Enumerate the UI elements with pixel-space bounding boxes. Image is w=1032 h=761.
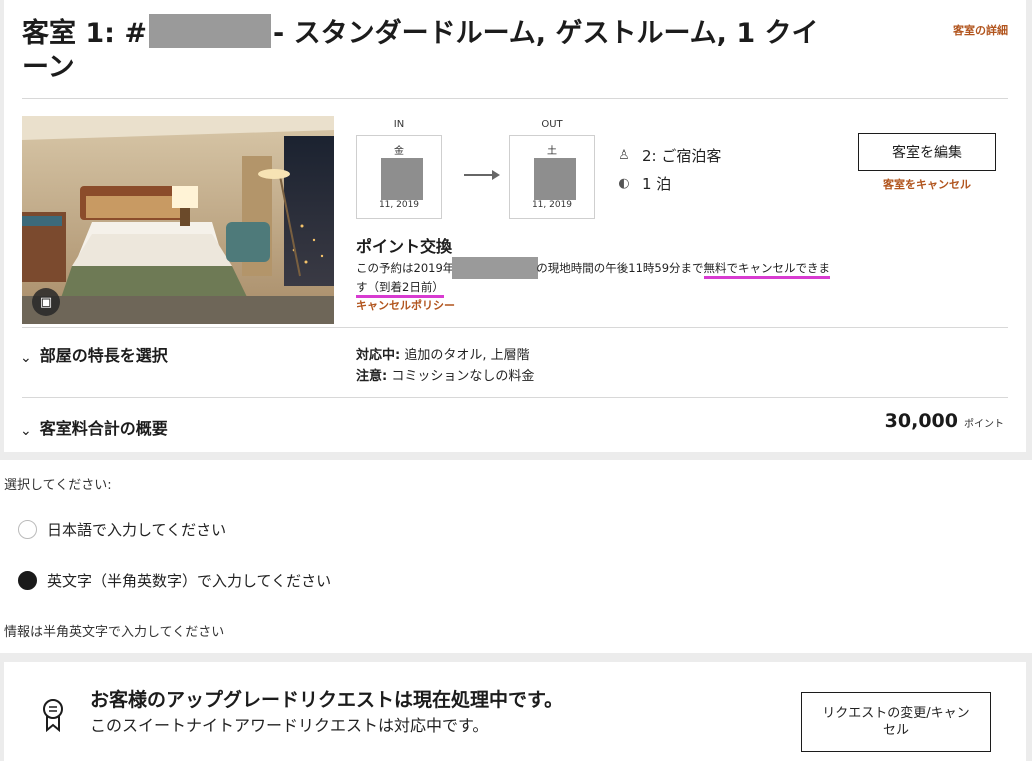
cancellation-policy-text: この予約は2019年 の現地時間の午後11時59分まで無料でキャンセルできま す（… bbox=[356, 257, 846, 298]
checkin-date-box: 金 11, 2019 bbox=[356, 135, 442, 219]
chevron-down-icon: ⌄ bbox=[20, 423, 32, 439]
divider bbox=[22, 98, 1008, 99]
upgrade-request-banner: お客様のアップグレードリクエストは現在処理中です。 このスイートナイトアワードリ… bbox=[4, 662, 1026, 761]
features-label-2: 注意: bbox=[356, 369, 388, 384]
radio-english[interactable]: 英文字（半角英数字）で入力してください bbox=[18, 570, 331, 591]
checkout-year: 11, 2019 bbox=[531, 200, 573, 210]
radio-japanese[interactable]: 日本語で入力してください bbox=[18, 519, 226, 540]
room-features-heading: 部屋の特長を選択 bbox=[39, 346, 168, 365]
policy-text-4: す（到着2日前） bbox=[356, 280, 444, 298]
room-photo[interactable]: ▣ bbox=[22, 116, 334, 324]
policy-text-2: の現地時間の午後11時59分まで bbox=[536, 261, 704, 275]
divider bbox=[22, 397, 1008, 398]
room-photo-image bbox=[22, 116, 334, 324]
redacted-checkout-date bbox=[534, 158, 576, 200]
total-points-unit: ポイント bbox=[964, 419, 1004, 430]
checkout-date-box: 土 11, 2019 bbox=[509, 135, 595, 219]
features-label-1: 対応中: bbox=[356, 348, 401, 363]
redacted-cancel-date bbox=[452, 257, 539, 279]
checkin-weekday: 金 bbox=[394, 146, 404, 157]
upgrade-subtitle: このスイートナイトアワードリクエストは対応中です。 bbox=[90, 716, 489, 735]
room-title: 客室 1: # - スタンダードルーム, ゲストルーム, 1 クイーン bbox=[22, 14, 842, 85]
radio-japanese-label: 日本語で入力してください bbox=[47, 521, 227, 539]
guest-count-text: 2: ご宿泊客 bbox=[642, 147, 722, 165]
gallery-icon[interactable]: ▣ bbox=[32, 288, 60, 316]
input-hint: 情報は半角英文字で入力してください bbox=[4, 625, 225, 640]
input-language-label: 選択してください: bbox=[4, 478, 112, 493]
radio-english-label: 英文字（半角英数字）で入力してください bbox=[47, 572, 332, 590]
moon-icon: ◐ bbox=[618, 176, 630, 191]
award-ribbon-icon bbox=[43, 699, 63, 732]
redacted-room-number bbox=[149, 14, 272, 48]
policy-text-3: 無料でキャンセルできま bbox=[703, 261, 831, 279]
features-line-2: 注意: コミッションなしの料金 bbox=[356, 365, 534, 384]
checkin-year: 11, 2019 bbox=[378, 200, 420, 210]
room-features-toggle[interactable]: ⌄ 部屋の特長を選択 bbox=[20, 342, 168, 366]
rate-summary-heading: 客室料合計の概要 bbox=[39, 419, 168, 438]
policy-text-1: この予約は2019年 bbox=[356, 261, 455, 275]
room-title-prefix: 客室 1: # bbox=[22, 18, 148, 49]
divider bbox=[22, 327, 1008, 328]
change-cancel-request-button[interactable]: リクエストの変更/キャンセル bbox=[801, 692, 991, 752]
room-details-link[interactable]: 客室の詳細 bbox=[953, 22, 1008, 38]
night-count-text: 1 泊 bbox=[642, 175, 672, 193]
features-value-2: コミッションなしの料金 bbox=[387, 369, 535, 384]
redacted-checkin-date bbox=[381, 158, 423, 200]
night-count: ◐ 1 泊 bbox=[616, 173, 671, 194]
people-icon: ♙ bbox=[618, 148, 630, 163]
upgrade-title: お客様のアップグレードリクエストは現在処理中です。 bbox=[90, 689, 564, 711]
radio-button-selected[interactable] bbox=[18, 571, 37, 590]
checkout-label: OUT bbox=[541, 119, 563, 130]
arrow-right-icon bbox=[464, 170, 500, 180]
chevron-down-icon: ⌄ bbox=[20, 350, 32, 366]
guest-count: ♙ 2: ご宿泊客 bbox=[616, 145, 721, 166]
features-line-1: 対応中: 追加のタオル, 上層階 bbox=[356, 344, 530, 363]
cancellation-policy-link[interactable]: キャンセルポリシー bbox=[356, 297, 455, 313]
rate-heading: ポイント交換 bbox=[356, 237, 453, 256]
radio-button-unselected[interactable] bbox=[18, 520, 37, 539]
checkin-label: IN bbox=[393, 119, 405, 130]
features-value-1: 追加のタオル, 上層階 bbox=[400, 348, 530, 363]
room-card: 客室 1: # - スタンダードルーム, ゲストルーム, 1 クイーン 客室の詳細 bbox=[4, 0, 1026, 452]
total-points: 30,000 ポイント bbox=[885, 410, 1004, 432]
input-language-section: 選択してください: 日本語で入力してください 英文字（半角英数字）で入力してくだ… bbox=[0, 460, 1032, 653]
rate-summary-toggle[interactable]: ⌄ 客室料合計の概要 bbox=[20, 415, 168, 439]
checkout-weekday: 土 bbox=[547, 146, 557, 157]
cancel-room-link[interactable]: 客室をキャンセル bbox=[858, 176, 996, 192]
edit-room-button[interactable]: 客室を編集 bbox=[858, 133, 996, 171]
total-points-value: 30,000 bbox=[884, 410, 958, 432]
